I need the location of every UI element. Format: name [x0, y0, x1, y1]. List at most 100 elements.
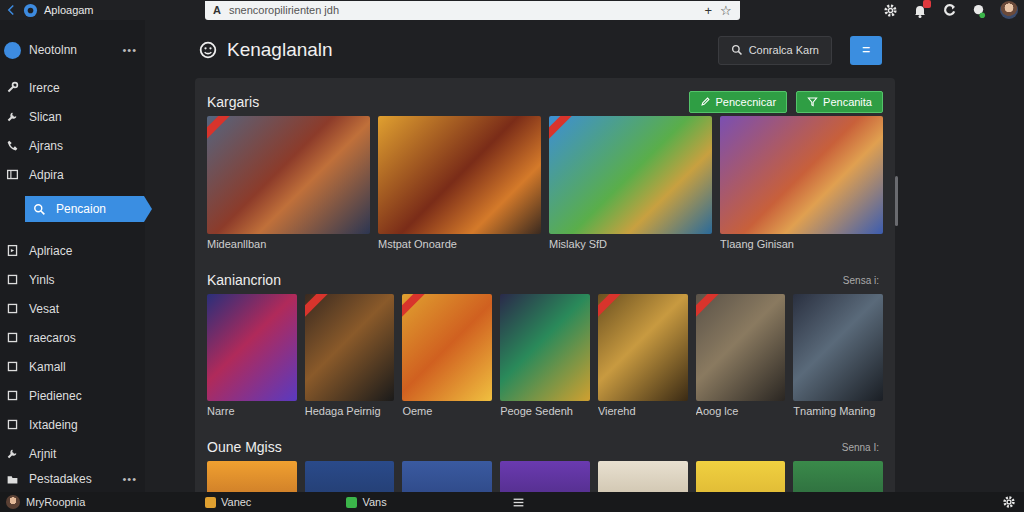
game-cover[interactable]	[598, 294, 688, 401]
settings-icon[interactable]	[883, 3, 898, 18]
game-title[interactable]: Tlaang Ginisan	[720, 234, 883, 254]
user-name: MryRoopnia	[26, 494, 85, 511]
gear-icon[interactable]	[1002, 495, 1016, 509]
scroll-thumb[interactable]	[895, 176, 898, 226]
taskbar-app[interactable]: Vanec	[205, 494, 251, 511]
address-text[interactable]: snencoropilirienten jdh	[229, 2, 696, 19]
game-card[interactable]	[500, 461, 590, 492]
game-cover[interactable]	[500, 294, 590, 401]
new-ribbon	[696, 294, 719, 318]
filter-button[interactable]: Pencanita	[796, 91, 883, 113]
game-card[interactable]: Peoge Sedenh	[500, 294, 590, 421]
sidebar-item[interactable]: Yinls	[0, 265, 145, 294]
page-header: KenaglanalnConralca Karn=	[195, 30, 895, 70]
game-title[interactable]: Aoog lce	[696, 401, 786, 421]
sidebar-item[interactable]: Aplriace	[0, 236, 145, 265]
game-card[interactable]	[793, 461, 883, 492]
game-cover[interactable]	[378, 116, 541, 234]
game-cover[interactable]	[207, 461, 297, 492]
game-card[interactable]	[207, 461, 297, 492]
smiley-icon	[199, 41, 217, 59]
game-cover[interactable]	[696, 461, 786, 492]
sync-icon[interactable]	[942, 3, 957, 18]
notification-badge	[923, 0, 931, 8]
filter-button[interactable]: Pencecnicar	[689, 91, 788, 113]
game-cover[interactable]	[207, 294, 297, 401]
game-cover[interactable]	[402, 294, 492, 401]
game-cover[interactable]	[402, 461, 492, 492]
game-card[interactable]	[402, 461, 492, 492]
game-cover[interactable]	[305, 461, 395, 492]
game-title[interactable]: Narre	[207, 401, 297, 421]
game-cover[interactable]	[305, 294, 395, 401]
scrollbar[interactable]	[895, 158, 898, 298]
sidebar-item[interactable]: Pencaion	[25, 196, 152, 222]
sidebar-item[interactable]: Kamall	[0, 352, 145, 381]
game-cover[interactable]	[549, 116, 712, 234]
more-button[interactable]: •••	[122, 471, 137, 488]
game-panel: KargarisPencecnicarPencanitaMideanllbanM…	[195, 78, 895, 492]
new-tab-button[interactable]: +	[704, 4, 712, 17]
game-title[interactable]: Tnaming Maning	[793, 401, 883, 421]
address-prefix: A	[213, 2, 221, 19]
game-card[interactable]: Mislaky SfD	[549, 116, 712, 254]
game-card[interactable]: Narre	[207, 294, 297, 421]
main-content: KenaglanalnConralca Karn=KargarisPencecn…	[145, 20, 1024, 492]
game-title[interactable]: Mideanllban	[207, 234, 370, 254]
game-cover[interactable]	[598, 461, 688, 492]
sidebar-item[interactable]: Slican	[0, 102, 145, 131]
game-card[interactable]: Tlaang Ginisan	[720, 116, 883, 254]
extension-icon[interactable]	[971, 3, 986, 18]
more-button[interactable]: •••	[122, 42, 137, 59]
box-icon	[6, 331, 19, 344]
game-cover[interactable]	[500, 461, 590, 492]
game-card[interactable]: Oeme	[402, 294, 492, 421]
menu-button[interactable]: =	[850, 36, 882, 65]
see-all-link[interactable]: Senna I:	[842, 440, 883, 455]
game-cover[interactable]	[793, 461, 883, 492]
game-title[interactable]: Mstpat Onoarde	[378, 234, 541, 254]
game-title[interactable]: Peoge Sedenh	[500, 401, 590, 421]
game-title[interactable]: Vierehd	[598, 401, 688, 421]
game-cover[interactable]	[207, 116, 370, 234]
sidebar-list: IrerceSlicanAjransAdpiraPencaionAplriace…	[0, 73, 145, 468]
search-button[interactable]: Conralca Karn	[718, 36, 832, 65]
taskbar-app[interactable]: Vans	[346, 494, 386, 511]
game-card[interactable]: Aoog lce	[696, 294, 786, 421]
box-icon	[6, 360, 19, 373]
back-icon[interactable]	[5, 4, 17, 16]
menu-icon[interactable]	[512, 496, 525, 509]
notifications-icon[interactable]	[912, 2, 928, 18]
game-cover[interactable]	[696, 294, 786, 401]
sidebar-header[interactable]: Neotolnn•••	[0, 39, 145, 61]
game-title[interactable]: Hedaga Peirnig	[305, 401, 395, 421]
game-card[interactable]: Hedaga Peirnig	[305, 294, 395, 421]
sidebar-item[interactable]: Ajrans	[0, 131, 145, 160]
profile-avatar[interactable]	[1000, 1, 1018, 19]
game-card[interactable]	[598, 461, 688, 492]
game-card[interactable]: Tnaming Maning	[793, 294, 883, 421]
sidebar-item[interactable]: Irerce	[0, 73, 145, 102]
search-label: Conralca Karn	[749, 42, 819, 59]
game-card[interactable]	[696, 461, 786, 492]
bookmark-button[interactable]: ☆	[720, 4, 732, 17]
game-cover[interactable]	[793, 294, 883, 401]
game-title[interactable]: Oeme	[402, 401, 492, 421]
see-all-link[interactable]: Sensa i:	[843, 273, 883, 288]
sidebar-item[interactable]: Arjnit	[0, 439, 145, 468]
address-bar[interactable]: Asnencoropilirienten jdh + ☆	[205, 1, 740, 20]
game-card[interactable]	[305, 461, 395, 492]
sidebar-item[interactable]: Ixtadeing	[0, 410, 145, 439]
sidebar-item[interactable]: Pestadakes•••	[0, 468, 145, 490]
game-card[interactable]: Mideanllban	[207, 116, 370, 254]
game-card[interactable]: Vierehd	[598, 294, 688, 421]
game-card[interactable]: Mstpat Onoarde	[378, 116, 541, 254]
sidebar-item[interactable]: raecaros	[0, 323, 145, 352]
sidebar-label: Arjnit	[29, 445, 56, 463]
taskbar-user[interactable]: MryRoopnia	[0, 494, 205, 511]
game-cover[interactable]	[720, 116, 883, 234]
sidebar-item[interactable]: Vesat	[0, 294, 145, 323]
sidebar-item[interactable]: Adpira	[0, 160, 145, 189]
game-title[interactable]: Mislaky SfD	[549, 234, 712, 254]
sidebar-item[interactable]: Piedienec	[0, 381, 145, 410]
